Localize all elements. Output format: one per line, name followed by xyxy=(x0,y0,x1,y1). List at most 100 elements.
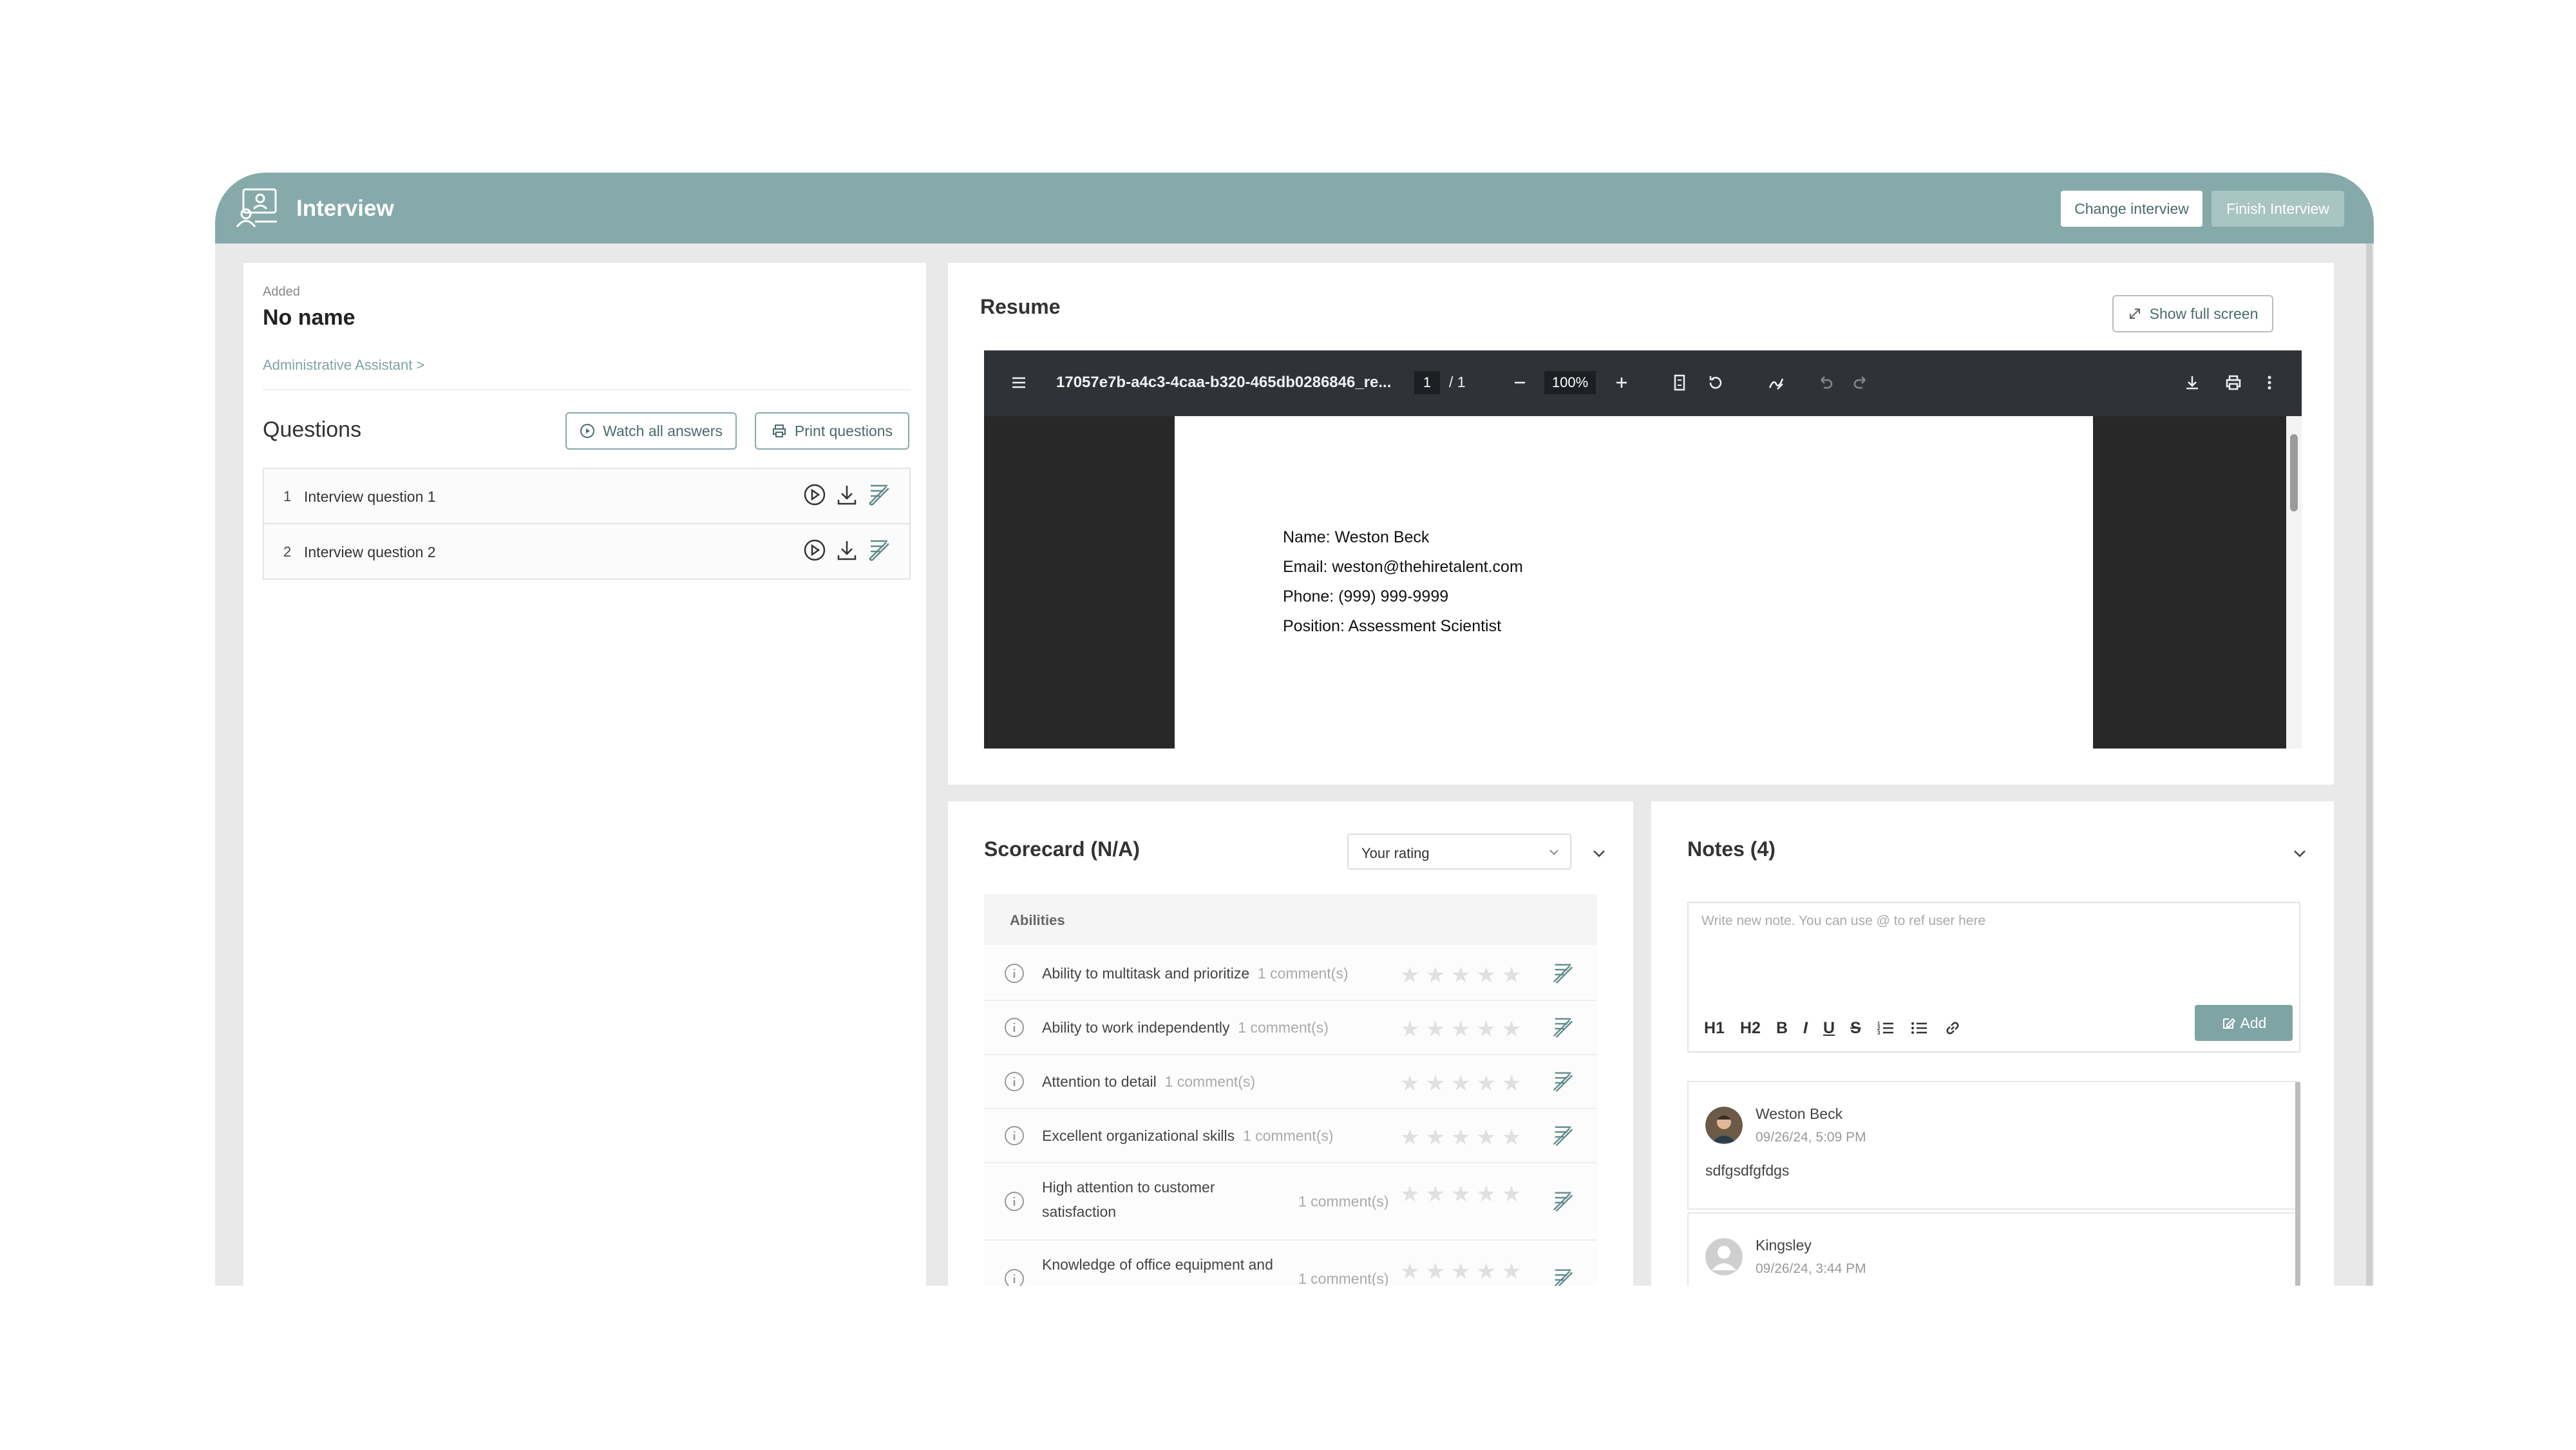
new-note-editor[interactable]: Write new note. You can use @ to ref use… xyxy=(1687,902,2300,1053)
change-interview-button[interactable]: Change interview xyxy=(2061,191,2202,227)
app-window: Interview Change interview Finish Interv… xyxy=(215,173,2374,1286)
ability-name: Attention to detail xyxy=(1042,1073,1157,1090)
play-icon[interactable] xyxy=(802,537,827,563)
ability-row: High attention to customer satisfaction … xyxy=(984,1163,1597,1241)
ability-name: High attention to customer xyxy=(1042,1179,1215,1196)
print-questions-button[interactable]: Print questions xyxy=(755,412,909,450)
ability-name: Knowledge of office equipment and xyxy=(1042,1256,1273,1273)
info-icon[interactable] xyxy=(1003,1071,1025,1092)
finish-interview-button[interactable]: Finish Interview xyxy=(2211,191,2344,227)
italic-tool[interactable]: I xyxy=(1803,1019,1808,1038)
note-item[interactable]: Kingsley 09/26/24, 3:44 PM xyxy=(1687,1212,2299,1286)
edit-note-icon[interactable] xyxy=(1551,1069,1575,1094)
page-scrollbar[interactable] xyxy=(2366,243,2372,1286)
zoom-out-icon[interactable] xyxy=(1507,370,1533,396)
breadcrumb[interactable]: Administrative Assistant > xyxy=(263,357,424,374)
collapse-notes-icon[interactable] xyxy=(2291,845,2308,862)
rating-stars[interactable]: ★★★★★ xyxy=(1400,1125,1527,1150)
ability-comments[interactable]: 1 comment(s) xyxy=(1298,1270,1389,1286)
collapse-scorecard-icon[interactable] xyxy=(1591,845,1607,862)
ordered-list-icon[interactable]: 123 xyxy=(1877,1019,1895,1037)
notes-scrollbar[interactable] xyxy=(2295,1082,2300,1286)
add-note-label: Add xyxy=(2240,1014,2267,1031)
question-row[interactable]: 2 Interview question 2 xyxy=(264,524,909,578)
pdf-zoom-input[interactable]: 100% xyxy=(1544,371,1596,394)
edit-note-icon[interactable] xyxy=(1551,1015,1575,1040)
heading1-tool[interactable]: H1 xyxy=(1704,1019,1725,1038)
rotate-icon[interactable] xyxy=(1703,370,1728,396)
play-icon[interactable] xyxy=(802,482,827,508)
candidate-panel: Added No name Administrative Assistant >… xyxy=(243,263,926,1286)
ability-name: Ability to work independently xyxy=(1042,1019,1230,1036)
ability-comments[interactable]: 1 comment(s) xyxy=(1258,965,1349,982)
note-timestamp: 09/26/24, 5:09 PM xyxy=(1756,1130,1866,1145)
edit-note-icon[interactable] xyxy=(867,482,891,508)
watch-all-answers-button[interactable]: Watch all answers xyxy=(565,412,737,450)
play-circle-icon xyxy=(580,424,595,438)
scorecard-panel: Scorecard (N/A) Your rating Abilities Ab… xyxy=(948,801,1633,1286)
pdf-download-icon[interactable] xyxy=(2179,370,2205,396)
rating-stars[interactable]: ★★★★★ xyxy=(1400,1016,1527,1042)
divider xyxy=(263,389,911,390)
zoom-in-icon[interactable] xyxy=(1609,370,1634,396)
notes-panel: Notes (4) Write new note. You can use @ … xyxy=(1651,801,2334,1286)
svg-text:3: 3 xyxy=(1877,1030,1880,1036)
info-icon[interactable] xyxy=(1003,1268,1025,1286)
edit-note-icon[interactable] xyxy=(1551,1123,1575,1148)
link-icon[interactable] xyxy=(1944,1019,1962,1037)
heading2-tool[interactable]: H2 xyxy=(1740,1019,1761,1038)
ability-comments[interactable]: 1 comment(s) xyxy=(1298,1193,1389,1210)
edit-note-icon[interactable] xyxy=(1551,1189,1575,1214)
pdf-scroll-thumb[interactable] xyxy=(2290,434,2298,511)
pdf-filename: 17057e7b-a4c3-4caa-b320-465db0286846_re.… xyxy=(1056,374,1392,391)
ability-row: Ability to multitask and prioritize 1 co… xyxy=(984,947,1597,1001)
edit-note-icon[interactable] xyxy=(867,537,891,563)
pdf-viewer: 17057e7b-a4c3-4caa-b320-465db0286846_re.… xyxy=(984,350,2302,749)
rating-stars[interactable]: ★★★★★ xyxy=(1400,962,1527,988)
rating-stars[interactable]: ★★★★★ xyxy=(1400,1259,1527,1284)
ability-comments[interactable]: 1 comment(s) xyxy=(1243,1127,1334,1144)
edit-note-icon[interactable] xyxy=(1551,1266,1575,1286)
info-icon[interactable] xyxy=(1003,1190,1025,1212)
print-questions-label: Print questions xyxy=(794,422,893,439)
more-vertical-icon[interactable] xyxy=(2257,370,2282,396)
note-item[interactable]: Weston Beck 09/26/24, 5:09 PM sdfgsdfgfd… xyxy=(1687,1081,2299,1210)
abilities-section-header: Abilities xyxy=(984,894,1597,946)
resume-panel: Resume Show full screen 17057e7b-a4c3-4c… xyxy=(948,263,2334,785)
bold-tool[interactable]: B xyxy=(1776,1019,1788,1038)
resume-email-line: Email: weston@thehiretalent.com xyxy=(1283,558,1523,576)
fit-page-icon[interactable] xyxy=(1667,370,1692,396)
show-full-screen-button[interactable]: Show full screen xyxy=(2112,295,2273,332)
resume-phone-line: Phone: (999) 999-9999 xyxy=(1283,587,1449,606)
menu-icon[interactable] xyxy=(1006,370,1032,396)
pdf-page-total: / 1 xyxy=(1449,374,1466,390)
ability-comments[interactable]: 1 comment(s) xyxy=(1238,1019,1329,1036)
pdf-toolbar: 17057e7b-a4c3-4caa-b320-465db0286846_re.… xyxy=(984,350,2302,416)
download-icon[interactable] xyxy=(835,537,859,563)
bullet-list-icon[interactable] xyxy=(1910,1019,1928,1037)
abilities-label: Abilities xyxy=(1010,912,1065,928)
annotate-icon[interactable] xyxy=(1763,370,1789,396)
ability-row: Excellent organizational skills 1 commen… xyxy=(984,1109,1597,1163)
pdf-scrollbar[interactable] xyxy=(2286,416,2302,749)
page-title: Interview xyxy=(296,196,394,221)
undo-icon[interactable] xyxy=(1812,370,1838,396)
underline-tool[interactable]: U xyxy=(1823,1019,1835,1038)
info-icon[interactable] xyxy=(1003,962,1025,984)
rating-select[interactable]: Your rating xyxy=(1347,834,1571,870)
resume-title: Resume xyxy=(980,295,1061,318)
rating-stars[interactable]: ★★★★★ xyxy=(1400,1071,1527,1096)
pdf-page-input[interactable]: 1 xyxy=(1414,371,1440,394)
pdf-print-icon[interactable] xyxy=(2221,370,2246,396)
strikethrough-tool[interactable]: S xyxy=(1850,1019,1861,1038)
edit-note-icon[interactable] xyxy=(1551,961,1575,986)
redo-icon[interactable] xyxy=(1848,370,1874,396)
rating-stars[interactable]: ★★★★★ xyxy=(1400,1181,1527,1207)
interview-logo-icon xyxy=(236,188,277,227)
download-icon[interactable] xyxy=(835,482,859,508)
ability-comments[interactable]: 1 comment(s) xyxy=(1165,1073,1256,1090)
info-icon[interactable] xyxy=(1003,1016,1025,1038)
info-icon[interactable] xyxy=(1003,1125,1025,1147)
question-row[interactable]: 1 Interview question 1 xyxy=(264,469,909,524)
add-note-button[interactable]: Add xyxy=(2195,1005,2293,1041)
